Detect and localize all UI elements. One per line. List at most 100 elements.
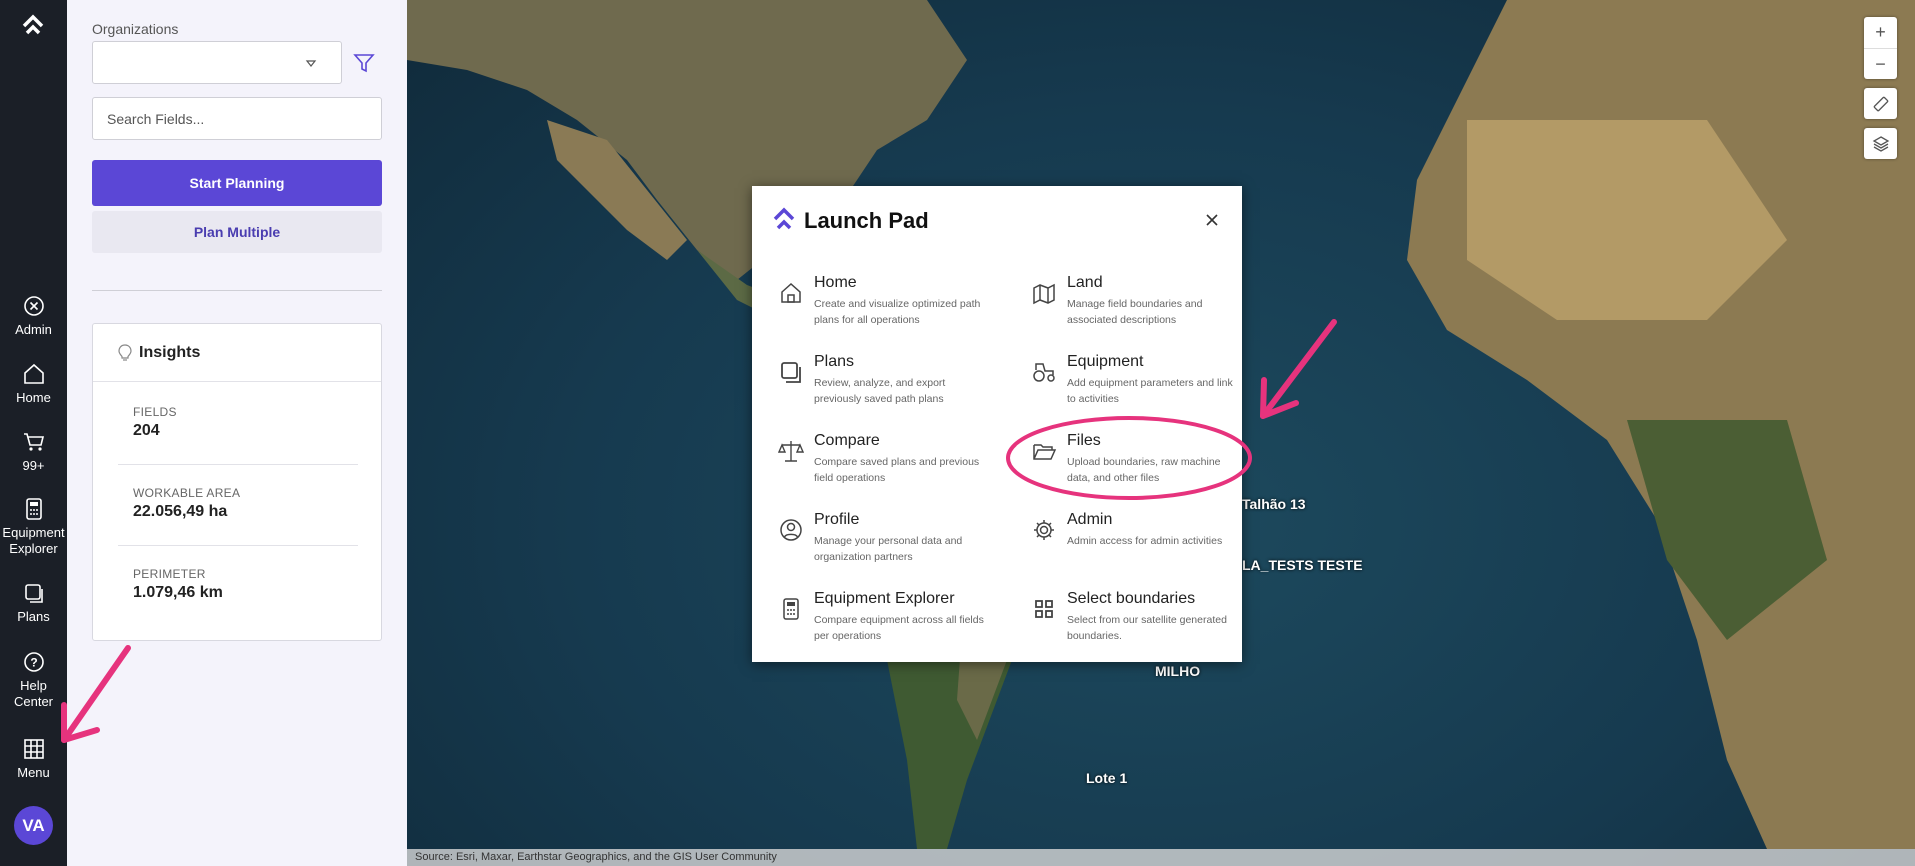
tile-description: Compare equipment across all fields per … — [814, 614, 984, 642]
app-logo-icon[interactable] — [20, 12, 46, 38]
side-panel: Organizations Start Planning Plan Multip… — [67, 0, 407, 866]
search-input[interactable] — [92, 97, 382, 140]
scale-icon — [778, 441, 804, 462]
tile-description: Create and visualize optimized path plan… — [814, 298, 981, 326]
home-icon — [781, 282, 801, 303]
tractor-icon — [1033, 363, 1055, 382]
launch-tile-equipment[interactable]: Equipment Add equipment parameters and l… — [1031, 353, 1251, 413]
insights-title: Insights — [139, 343, 201, 361]
chevron-down-icon — [305, 60, 317, 67]
ruler-icon[interactable] — [1864, 88, 1897, 119]
launch-tile-land[interactable]: Land Manage field boundaries and associa… — [1031, 274, 1251, 334]
organizations-select[interactable] — [92, 41, 342, 84]
launch-pad-logo-icon — [773, 207, 795, 230]
tile-title: Equipment — [1067, 353, 1144, 370]
launch-tile-admin[interactable]: Admin Admin access for admin activities — [1031, 511, 1251, 571]
launch-tile-compare[interactable]: Compare Compare saved plans and previous… — [778, 432, 998, 492]
start-planning-button[interactable]: Start Planning — [92, 160, 382, 206]
tile-description: Compare saved plans and previous field o… — [814, 456, 980, 484]
tile-description: Manage your personal data and organizati… — [814, 535, 963, 563]
metric-label: PERIMETER — [133, 567, 206, 581]
metric-fields: FIELDS 204 — [133, 405, 177, 440]
metric-divider — [118, 464, 358, 465]
rail-label: Equipment Explorer — [2, 525, 65, 556]
tile-title: Profile — [814, 511, 860, 528]
tile-description: Add equipment parameters and link to act… — [1067, 377, 1233, 405]
rail-item-home[interactable]: Home — [0, 362, 67, 405]
user-circle-icon — [780, 519, 802, 541]
tile-title: Admin — [1067, 511, 1113, 528]
rail-item-help-center[interactable]: ? Help Center — [0, 650, 67, 710]
map-field-label[interactable]: LA_TESTS TESTE — [1242, 557, 1363, 573]
tile-title: Compare — [814, 432, 880, 449]
metric-value: 204 — [133, 422, 160, 439]
launch-tile-plans[interactable]: Plans Review, analyze, and export previo… — [778, 353, 998, 413]
tile-title: Equipment Explorer — [814, 590, 955, 607]
metric-value: 22.056,49 ha — [133, 503, 228, 520]
launch-tile-profile[interactable]: Profile Manage your personal data and or… — [778, 511, 998, 571]
rail-label: Help Center — [13, 678, 54, 709]
rail-item-plans[interactable]: Plans — [0, 581, 67, 624]
rail-item-equipment-explorer[interactable]: Equipment Explorer — [0, 497, 67, 557]
metric-value: 1.079,46 km — [133, 584, 223, 601]
launch-tile-equipment-explorer[interactable]: Equipment Explorer Compare equipment acr… — [778, 590, 998, 650]
plan-multiple-button[interactable]: Plan Multiple — [92, 211, 382, 253]
avatar[interactable]: VA — [14, 806, 53, 845]
gear-icon — [1034, 520, 1054, 540]
lightbulb-icon — [118, 343, 132, 361]
metric-workable-area: WORKABLE AREA 22.056,49 ha — [133, 486, 240, 521]
rail-item-cart[interactable]: 99+ — [0, 430, 67, 473]
rail-label: 99+ — [22, 458, 45, 473]
rail-item-menu[interactable]: Menu — [0, 737, 67, 780]
zoom-out-button[interactable]: − — [1864, 48, 1897, 79]
rail-label: Admin — [15, 322, 52, 337]
map-field-label[interactable]: Lote 1 — [1086, 770, 1127, 786]
organizations-label: Organizations — [92, 21, 179, 37]
rail-label: Home — [16, 390, 51, 405]
tile-description: Upload boundaries, raw machine data, and… — [1067, 456, 1221, 484]
tile-description: Review, analyze, and export previously s… — [814, 377, 946, 405]
metric-perimeter: PERIMETER 1.079,46 km — [133, 567, 223, 602]
rail-item-admin[interactable]: Admin — [0, 294, 67, 337]
close-circle-icon — [23, 296, 44, 316]
copy-icon — [781, 362, 801, 383]
launch-pad-modal: Launch Pad Home Create and visualize opt… — [752, 186, 1242, 662]
tile-description: Select from our satellite generated boun… — [1067, 614, 1227, 642]
svg-text:?: ? — [30, 656, 37, 670]
metric-label: WORKABLE AREA — [133, 486, 241, 500]
launch-tile-select-boundaries[interactable]: Select boundaries Select from our satell… — [1031, 590, 1251, 650]
copy-icon — [24, 584, 43, 603]
tile-title: Land — [1067, 274, 1103, 291]
tile-description: Admin access for admin activities — [1067, 535, 1223, 547]
divider — [92, 290, 382, 291]
map-field-label[interactable]: Talhão 13 — [1242, 496, 1306, 512]
home-icon — [23, 363, 44, 384]
rail-label: Menu — [17, 765, 50, 780]
left-rail: Admin Home 99+ Equipment Explorer Plans … — [0, 0, 67, 866]
zoom-controls: + − — [1864, 17, 1897, 79]
cart-icon — [23, 433, 44, 451]
calculator-icon — [25, 498, 42, 520]
layers-control — [1864, 128, 1897, 159]
metric-divider — [118, 545, 358, 546]
map-field-label[interactable]: MILHO — [1155, 663, 1200, 679]
measure-control — [1864, 88, 1897, 119]
map-icon — [1033, 283, 1055, 305]
metric-label: FIELDS — [133, 405, 177, 419]
folder-icon — [1033, 444, 1057, 460]
filter-icon[interactable] — [352, 51, 376, 75]
layers-icon[interactable] — [1864, 128, 1897, 159]
tile-title: Files — [1067, 432, 1101, 449]
tile-title: Home — [814, 274, 857, 291]
insights-card: Insights FIELDS 204 WORKABLE AREA 22.056… — [92, 323, 382, 641]
map-attribution: Source: Esri, Maxar, Earthstar Geographi… — [407, 849, 1915, 866]
zoom-in-button[interactable]: + — [1864, 17, 1897, 48]
tile-description: Manage field boundaries and associated d… — [1067, 298, 1203, 326]
launch-pad-title: Launch Pad — [804, 208, 929, 233]
launch-tile-home[interactable]: Home Create and visualize optimized path… — [778, 274, 998, 334]
rail-label: Plans — [17, 609, 50, 624]
calculator-icon — [783, 598, 799, 620]
tile-title: Plans — [814, 353, 855, 370]
launch-tile-files[interactable]: Files Upload boundaries, raw machine dat… — [1031, 432, 1251, 492]
close-icon[interactable] — [1204, 212, 1220, 228]
